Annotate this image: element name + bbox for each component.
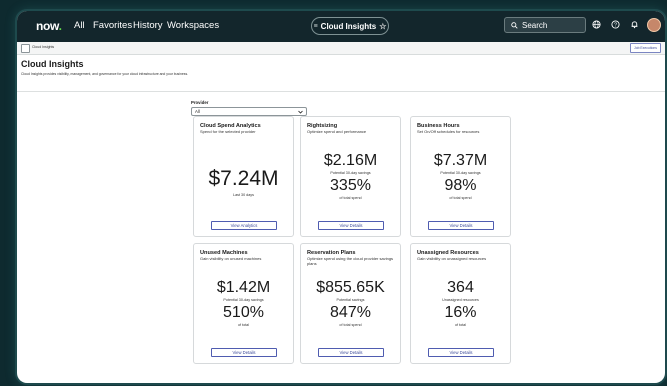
star-icon[interactable]: ☆: [379, 22, 386, 31]
card-metric-caption: Potential savings: [336, 298, 365, 302]
card-subtitle: Optimize spend using the cloud provider …: [307, 256, 394, 266]
provider-label: Provider: [191, 100, 209, 105]
nav-workspaces[interactable]: Workspaces: [167, 20, 219, 31]
view-details-button[interactable]: View Details: [318, 348, 384, 357]
card-rightsizing: Rightsizing Optimize spend and performan…: [300, 116, 401, 237]
card-subtitle: Gain visibility on unassigned resources: [417, 256, 487, 261]
card-percent: 510%: [223, 304, 264, 321]
bell-icon[interactable]: [630, 20, 639, 31]
app-pill[interactable]: ≡ Cloud Insights ☆: [311, 17, 389, 35]
svg-text:?: ?: [614, 22, 617, 28]
page-subtitle: Cloud Insights provides visibility, mana…: [21, 72, 189, 76]
nav-all[interactable]: All: [74, 20, 85, 31]
search-label: Search: [522, 20, 548, 30]
card-metric-caption: Potential 30-day savings: [330, 171, 371, 175]
tab-toggle-button[interactable]: [21, 44, 30, 53]
nav-favorites[interactable]: Favorites: [93, 20, 132, 31]
card-percent: 98%: [444, 177, 477, 194]
chevron-down-icon: [298, 110, 303, 114]
card-percent: 847%: [330, 304, 371, 321]
card-percent-caption: of total spend: [339, 323, 362, 327]
card-metric: $1.42M: [216, 279, 271, 296]
view-analytics-button[interactable]: View Analytics: [211, 221, 277, 230]
app-pill-label: Cloud Insights: [320, 21, 377, 31]
card-metric: $2.16M: [323, 152, 378, 169]
tab-bar: Cloud Insights Job Executions: [17, 42, 665, 55]
view-details-button[interactable]: View Details: [428, 221, 494, 230]
card-reservation-plans: Reservation Plans Optimize spend using t…: [300, 243, 401, 364]
card-percent: 335%: [330, 177, 371, 194]
card-percent: 16%: [444, 304, 477, 321]
logo[interactable]: now.: [36, 19, 62, 33]
globe-icon[interactable]: [592, 20, 601, 31]
search-icon: [511, 21, 518, 29]
card-percent-caption: of total: [237, 323, 250, 327]
card-unassigned-resources: Unassigned Resources Gain visibility on …: [410, 243, 511, 364]
menu-icon: ≡: [313, 22, 318, 30]
card-percent-caption: of total spend: [339, 196, 362, 200]
view-details-button[interactable]: View Details: [211, 348, 277, 357]
view-details-button[interactable]: View Details: [428, 348, 494, 357]
app-window: now. All Favorites History Workspaces ≡ …: [17, 11, 665, 383]
card-metric: $7.37M: [433, 152, 488, 169]
card-percent-caption: of total spend: [449, 196, 472, 200]
provider-select[interactable]: All: [191, 107, 307, 116]
page-title: Cloud Insights: [21, 59, 84, 69]
search-input[interactable]: Search: [504, 17, 586, 33]
top-navigation: now. All Favorites History Workspaces ≡ …: [17, 11, 665, 42]
card-metric: $7.24M: [208, 167, 279, 190]
card-subtitle: Optimize spend and performance: [307, 129, 367, 134]
page-header: Cloud Insights Cloud Insights provides v…: [17, 55, 665, 92]
help-icon[interactable]: ?: [611, 20, 620, 31]
card-unused-machines: Unused Machines Gain visibility on unuse…: [193, 243, 294, 364]
card-metric: $855.65K: [316, 279, 385, 296]
card-metric-caption: Unassigned resources: [442, 298, 479, 302]
card-metric-caption: Potential 30-day savings: [223, 298, 264, 302]
card-subtitle: Gain visibility on unused machines: [200, 256, 262, 261]
card-business-hours: Business Hours Set On/Off schedules for …: [410, 116, 511, 237]
card-metric-caption: Potential 30-day savings: [440, 171, 481, 175]
card-subtitle: Spend for the selected provider: [200, 129, 256, 134]
nav-history[interactable]: History: [133, 20, 163, 31]
avatar[interactable]: [647, 18, 661, 32]
job-executions-button[interactable]: Job Executions: [630, 43, 661, 53]
tab-cloud-insights[interactable]: Cloud Insights: [32, 45, 54, 49]
card-percent-caption: of total: [454, 323, 467, 327]
card-cloud-spend-analytics: Cloud Spend Analytics Spend for the sele…: [193, 116, 294, 237]
card-subtitle: Set On/Off schedules for resources: [417, 129, 480, 134]
view-details-button[interactable]: View Details: [318, 221, 384, 230]
provider-select-value: All: [195, 109, 200, 114]
card-metric-caption: Last 30 days: [233, 193, 254, 197]
card-metric: 364: [447, 279, 474, 296]
